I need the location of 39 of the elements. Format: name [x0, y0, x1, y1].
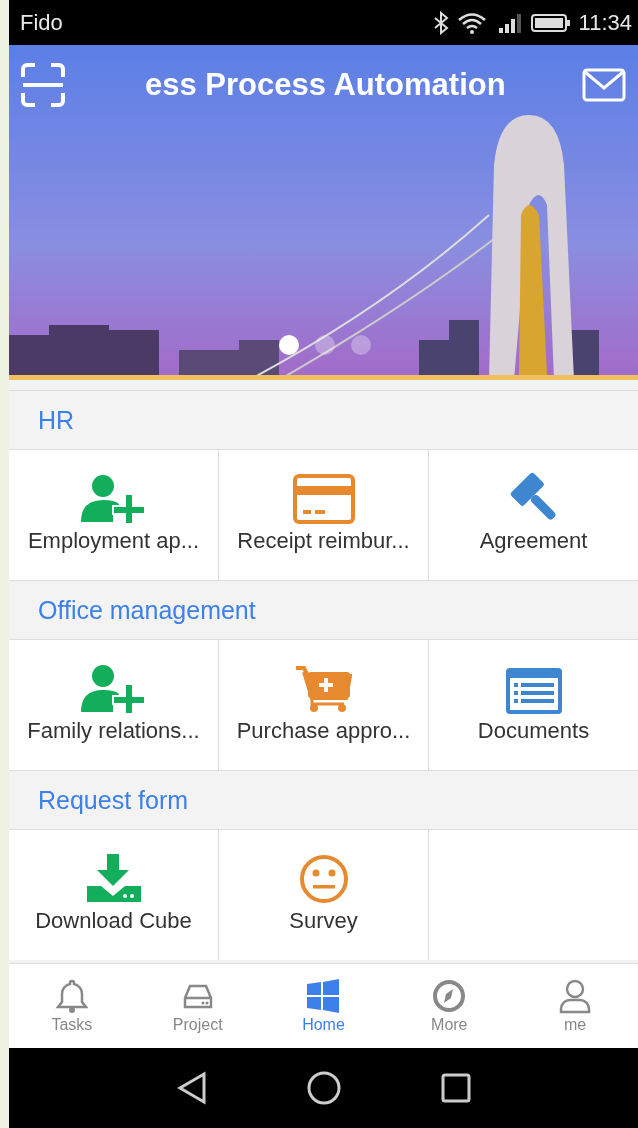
- document-list-icon: [505, 668, 562, 714]
- section-header: HR: [9, 390, 638, 450]
- carousel-dot[interactable]: [315, 335, 335, 355]
- tile-label[interactable]: Download Cube: [35, 908, 192, 934]
- home-icon[interactable]: [306, 1071, 341, 1105]
- scan-icon[interactable]: [21, 63, 65, 107]
- carousel-dot[interactable]: [351, 335, 371, 355]
- tile-label[interactable]: Receipt reimbur...: [237, 528, 410, 554]
- wifi-icon: [456, 10, 487, 35]
- clock-time: 11:34: [578, 9, 632, 36]
- mail-icon[interactable]: [582, 68, 626, 102]
- tile-label[interactable]: Employment ap...: [27, 528, 200, 554]
- tile-label[interactable]: Documents: [477, 718, 590, 744]
- nav-tab[interactable]: More: [386, 964, 513, 1048]
- tile-label[interactable]: Family relations...: [27, 718, 200, 744]
- person-add-icon: [80, 474, 147, 524]
- nav-tab[interactable]: Project: [134, 964, 261, 1048]
- neutral-face-icon: [298, 854, 349, 904]
- tile-label[interactable]: Purchase appro...: [236, 718, 411, 744]
- bell-icon: [53, 978, 90, 1014]
- person-add-icon: [80, 664, 147, 714]
- battery-icon: [530, 11, 571, 34]
- cart-icon: [295, 664, 352, 714]
- card-icon: [292, 474, 355, 524]
- section-header: Office management: [9, 580, 638, 640]
- compass-icon: [431, 978, 468, 1014]
- nav-tab[interactable]: Home: [260, 964, 387, 1048]
- nav-tab[interactable]: me: [512, 964, 638, 1048]
- app-title: ess Process Automation: [144, 67, 507, 103]
- recents-icon[interactable]: [440, 1073, 471, 1103]
- bluetooth-icon: [432, 10, 449, 35]
- back-icon[interactable]: [176, 1071, 207, 1105]
- tile-label[interactable]: Agreement: [479, 528, 588, 554]
- carrier-name: Fido: [20, 9, 64, 36]
- section-header: Request form: [9, 770, 638, 830]
- windows-icon: [305, 978, 342, 1014]
- download-icon: [86, 854, 141, 904]
- tile-label[interactable]: Survey: [289, 908, 358, 934]
- nav-tab[interactable]: Tasks: [9, 964, 135, 1048]
